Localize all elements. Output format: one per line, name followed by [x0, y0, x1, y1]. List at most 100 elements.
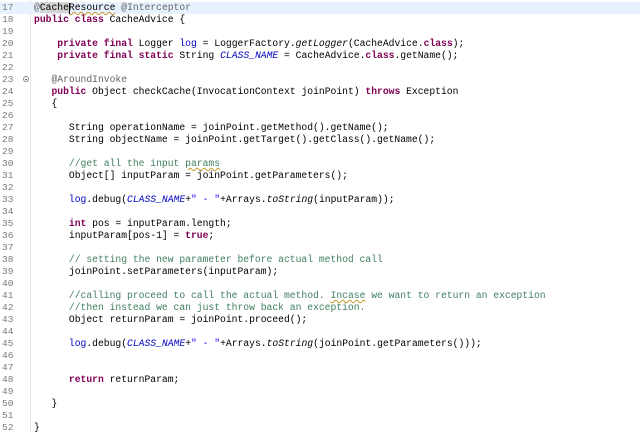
code-line-45[interactable]: 45 log.debug(CLASS_NAME+" - "+Arrays.toS…	[0, 338, 640, 350]
code-text[interactable]: //get all the input params	[34, 158, 220, 170]
comment: // setting the new parameter before actu…	[34, 254, 383, 265]
annotation: @Interceptor	[121, 2, 192, 13]
static-method-call: toString	[266, 194, 314, 205]
code-text[interactable]: private final Logger log = LoggerFactory…	[34, 38, 464, 50]
code-text[interactable]: @CacheResource @Interceptor	[34, 2, 191, 14]
code-text[interactable]: {	[34, 98, 57, 110]
code-line-44[interactable]: 44	[0, 326, 640, 338]
code-line-36[interactable]: 36 inputParam[pos-1] = true;	[0, 230, 640, 242]
fold-collapse-icon[interactable]	[23, 76, 29, 82]
line-number: 21	[2, 50, 14, 61]
code-line-50[interactable]: 50 }	[0, 398, 640, 410]
keyword: private final	[57, 38, 133, 49]
code-text: (CacheAdvice.	[347, 38, 424, 49]
code-text[interactable]: Object returnParam = joinPoint.proceed()…	[34, 314, 307, 326]
code-text[interactable]: log.debug(CLASS_NAME+" - "+Arrays.toStri…	[34, 194, 395, 206]
code-line-28[interactable]: 28 String objectName = joinPoint.getTarg…	[0, 134, 640, 146]
code-text[interactable]: // setting the new parameter before actu…	[34, 254, 383, 266]
code-line-38[interactable]: 38 // setting the new parameter before a…	[0, 254, 640, 266]
field-ref: log	[68, 338, 87, 349]
code-line-27[interactable]: 27 String operationName = joinPoint.getM…	[0, 122, 640, 134]
code-line-48[interactable]: 48 return returnParam;	[0, 374, 640, 386]
keyword: return	[68, 374, 104, 385]
code-line-40[interactable]: 40	[0, 278, 640, 290]
code-line-19[interactable]: 19	[0, 26, 640, 38]
keyword: class	[365, 50, 395, 61]
code-text[interactable]: String objectName = joinPoint.getTarget(…	[34, 134, 435, 146]
code-editor[interactable]: 17 @CacheResource @Interceptor 18 public cl…	[0, 0, 640, 434]
code-line-39[interactable]: 39 joinPoint.setParameters(inputParam);	[0, 266, 640, 278]
code-text: .getName();	[394, 50, 459, 61]
code-text[interactable]: joinPoint.setParameters(inputParam);	[34, 266, 278, 278]
line-number: 22	[2, 62, 14, 73]
code-text[interactable]: private final static String CLASS_NAME =…	[34, 50, 458, 62]
code-line-37[interactable]: 37	[0, 242, 640, 254]
keyword: public class	[34, 14, 104, 25]
code-line-20[interactable]: 20 private final Logger log = LoggerFact…	[0, 38, 640, 50]
line-number: 44	[2, 326, 14, 337]
code-text: );	[452, 38, 465, 49]
code-line-22[interactable]: 22	[0, 62, 640, 74]
code-line-46[interactable]: 46	[0, 350, 640, 362]
line-number: 52	[2, 422, 14, 433]
code-text[interactable]: return returnParam;	[34, 374, 179, 386]
code-text[interactable]: log.debug(CLASS_NAME+" - "+Arrays.toStri…	[34, 338, 482, 350]
code-line-17[interactable]: 17 @CacheResource @Interceptor	[0, 2, 640, 14]
code-text[interactable]: }	[34, 398, 57, 410]
code-text: {	[34, 98, 58, 109]
code-line-52[interactable]: 52}	[0, 422, 640, 434]
line-number: 33	[2, 194, 14, 205]
code-text[interactable]: String operationName = joinPoint.getMeth…	[34, 122, 389, 134]
code-line-43[interactable]: 43 Object returnParam = joinPoint.procee…	[0, 314, 640, 326]
code-line-49[interactable]: 49	[0, 386, 640, 398]
code-text: String operationName = joinPoint.getMeth…	[34, 122, 389, 133]
code-text[interactable]: int pos = inputParam.length;	[34, 218, 232, 230]
code-text: String objectName = joinPoint.getTarget(…	[34, 134, 436, 145]
code-text[interactable]: //calling proceed to call the actual met…	[34, 290, 546, 302]
code-text[interactable]: inputParam[pos-1] = true;	[34, 230, 214, 242]
code-text[interactable]: Object[] inputParam = joinPoint.getParam…	[34, 170, 348, 182]
keyword: throws	[365, 86, 401, 97]
line-number: 43	[2, 314, 14, 325]
code-text: (joinPoint.getParameters()));	[313, 338, 482, 349]
code-line-34[interactable]: 34	[0, 206, 640, 218]
code-text[interactable]: public Object checkCache(InvocationConte…	[34, 86, 458, 98]
code-text[interactable]: //then instead we can just throw back an…	[34, 302, 366, 314]
code-line-35[interactable]: 35 int pos = inputParam.length;	[0, 218, 640, 230]
code-line-31[interactable]: 31 Object[] inputParam = joinPoint.getPa…	[0, 170, 640, 182]
line-number: 20	[2, 38, 14, 49]
code-text: ;	[208, 230, 215, 241]
code-line-41[interactable]: 41 //calling proceed to call the actual …	[0, 290, 640, 302]
field-ref: log	[179, 38, 197, 49]
code-line-32[interactable]: 32	[0, 182, 640, 194]
string-literal: " - "	[191, 338, 221, 349]
string-literal: " - "	[191, 194, 221, 205]
code-line-23[interactable]: 23 @AroundInvoke	[0, 74, 640, 86]
code-text: }	[34, 398, 58, 409]
code-line-26[interactable]: 26	[0, 110, 640, 122]
code-line-51[interactable]: 51	[0, 410, 640, 422]
code-line-42[interactable]: 42 //then instead we can just throw back…	[0, 302, 640, 314]
code-line-24[interactable]: 24 public Object checkCache(InvocationCo…	[0, 86, 640, 98]
code-line-18[interactable]: 18 public class CacheAdvice {	[0, 14, 640, 26]
code-text: +Arrays.	[220, 338, 267, 349]
keyword: true	[185, 230, 209, 241]
line-number: 30	[2, 158, 14, 169]
line-number: 17	[2, 2, 14, 13]
code-line-33[interactable]: 33 log.debug(CLASS_NAME+" - "+Arrays.toS…	[0, 194, 640, 206]
code-text: }	[34, 422, 40, 433]
line-number: 32	[2, 182, 14, 193]
line-number: 27	[2, 122, 14, 133]
code-text[interactable]: public class CacheAdvice {	[34, 14, 185, 26]
code-line-25[interactable]: 25 {	[0, 98, 640, 110]
code-line-30[interactable]: 30 //get all the input params	[0, 158, 640, 170]
code-text[interactable]: @AroundInvoke	[34, 74, 127, 86]
code-line-29[interactable]: 29	[0, 146, 640, 158]
line-number: 40	[2, 278, 14, 289]
code-text[interactable]: }	[34, 422, 40, 434]
line-number: 35	[2, 218, 14, 229]
code-line-21[interactable]: 21 private final static String CLASS_NAM…	[0, 50, 640, 62]
static-field-ref: CLASS_NAME	[127, 338, 186, 349]
code-line-47[interactable]: 47	[0, 362, 640, 374]
